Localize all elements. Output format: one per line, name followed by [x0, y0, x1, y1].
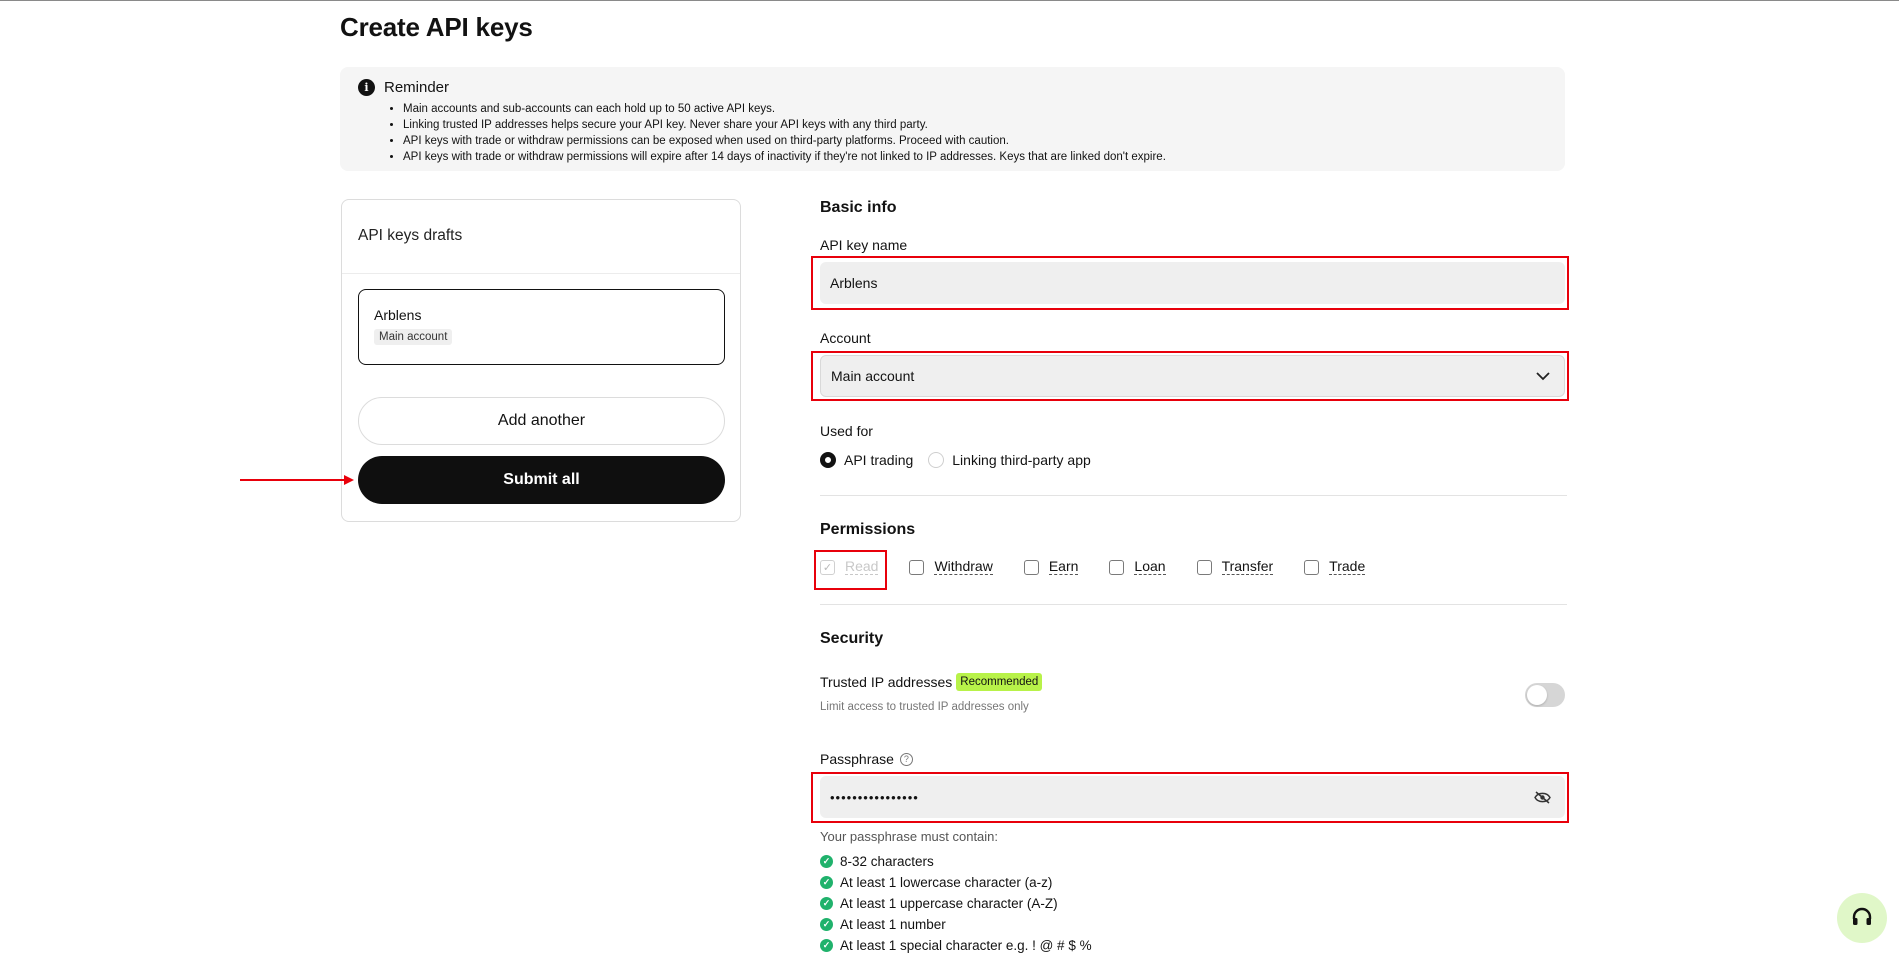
radio-label: API trading: [844, 452, 914, 468]
checkbox-icon: [1196, 559, 1212, 575]
draft-account-badge: Main account: [374, 329, 453, 345]
checkbox-icon: [1023, 559, 1039, 575]
drafts-divider: [342, 273, 740, 274]
reminder-item: Main accounts and sub-accounts can each …: [403, 101, 1565, 117]
reminder-item: API keys with trade or withdraw permissi…: [403, 149, 1565, 165]
support-chat-button[interactable]: [1837, 893, 1887, 943]
submit-all-button[interactable]: Submit all: [358, 456, 725, 504]
passphrase-rules-title: Your passphrase must contain:: [820, 829, 999, 844]
permission-transfer[interactable]: Transfer: [1196, 558, 1274, 575]
passphrase-rule: ✓ At least 1 special character e.g. ! @ …: [820, 935, 1092, 956]
permission-loan[interactable]: Loan: [1109, 558, 1166, 575]
highlight-box: [811, 772, 1569, 823]
page-title: Create API keys: [340, 12, 533, 42]
reminder-box: i Reminder Main accounts and sub-account…: [340, 67, 1565, 171]
permissions-group: ✓ Read Withdraw Earn Loan Transfer Trade: [820, 559, 1396, 575]
section-divider: [820, 604, 1567, 605]
permission-label: Trade: [1329, 558, 1366, 575]
used-for-label: Used for: [820, 423, 873, 439]
draft-card[interactable]: Arblens Main account: [358, 289, 725, 365]
reminder-title: Reminder: [384, 78, 450, 96]
radio-selected-icon: [820, 452, 836, 468]
rule-text: At least 1 lowercase character (a-z): [840, 875, 1053, 890]
radio-label: Linking third-party app: [952, 452, 1091, 468]
permission-earn[interactable]: Earn: [1023, 558, 1079, 575]
highlight-box: [814, 550, 887, 590]
reminder-item: API keys with trade or withdraw permissi…: [403, 133, 1565, 149]
passphrase-label: Passphrase: [820, 751, 894, 767]
trusted-ip-description: Limit access to trusted IP addresses onl…: [820, 701, 1029, 713]
account-label: Account: [820, 330, 871, 346]
radio-unselected-icon: [928, 452, 945, 468]
rule-text: 8-32 characters: [840, 854, 934, 869]
passphrase-rule: ✓ 8-32 characters: [820, 851, 1092, 872]
radio-api-trading[interactable]: API trading: [820, 452, 913, 468]
trusted-ip-toggle[interactable]: [1525, 683, 1565, 707]
checkbox-icon: [1109, 559, 1125, 575]
api-key-name-label: API key name: [820, 237, 908, 253]
checkbox-icon: [1304, 559, 1320, 575]
trusted-ip-label: Trusted IP addresses Recommended: [820, 673, 1043, 691]
passphrase-rules-list: ✓ 8-32 characters ✓ At least 1 lowercase…: [820, 851, 1092, 956]
permission-label: Transfer: [1221, 558, 1274, 575]
check-circle-icon: ✓: [820, 855, 833, 868]
reminder-header: i Reminder: [358, 76, 1565, 98]
passphrase-rule: ✓ At least 1 number: [820, 914, 1092, 935]
reminder-list: Main accounts and sub-accounts can each …: [403, 101, 1565, 165]
annotation-arrow-icon: [240, 475, 354, 485]
draft-name: Arblens: [374, 307, 422, 323]
radio-linking-third-party-app[interactable]: Linking third-party app: [928, 452, 1091, 468]
headset-icon: [1852, 907, 1872, 925]
highlight-box: [811, 351, 1569, 401]
security-title: Security: [820, 630, 884, 647]
highlight-box: [811, 256, 1569, 310]
permission-label: Withdraw: [934, 558, 993, 575]
checkbox-icon: [909, 559, 925, 575]
help-icon[interactable]: ?: [899, 752, 913, 766]
info-icon: i: [358, 78, 375, 96]
permissions-title: Permissions: [820, 521, 916, 538]
check-circle-icon: ✓: [820, 897, 833, 910]
basic-info-title: Basic info: [820, 199, 897, 216]
reminder-item: Linking trusted IP addresses helps secur…: [403, 117, 1565, 133]
passphrase-rule: ✓ At least 1 uppercase character (A-Z): [820, 893, 1092, 914]
permission-label: Loan: [1134, 558, 1166, 575]
check-circle-icon: ✓: [820, 939, 833, 952]
rule-text: At least 1 number: [840, 917, 946, 932]
permission-label: Earn: [1048, 558, 1079, 575]
rule-text: At least 1 special character e.g. ! @ # …: [840, 938, 1092, 953]
used-for-radio-group: API trading Linking third-party app: [820, 452, 1106, 468]
permission-withdraw[interactable]: Withdraw: [909, 558, 993, 575]
top-border-line: [0, 0, 1899, 1]
rule-text: At least 1 uppercase character (A-Z): [840, 896, 1058, 911]
api-keys-drafts-panel: API keys drafts Arblens Main account Add…: [341, 199, 741, 522]
toggle-knob: [1527, 685, 1547, 705]
permission-trade[interactable]: Trade: [1304, 558, 1366, 575]
drafts-title: API keys drafts: [358, 227, 463, 244]
check-circle-icon: ✓: [820, 876, 833, 889]
recommended-badge: Recommended: [956, 673, 1043, 691]
passphrase-rule: ✓ At least 1 lowercase character (a-z): [820, 872, 1092, 893]
section-divider: [820, 495, 1567, 496]
trusted-ip-text: Trusted IP addresses: [820, 674, 953, 690]
passphrase-label-row: Passphrase ?: [820, 751, 913, 767]
check-circle-icon: ✓: [820, 918, 833, 931]
add-another-button[interactable]: Add another: [358, 397, 725, 445]
